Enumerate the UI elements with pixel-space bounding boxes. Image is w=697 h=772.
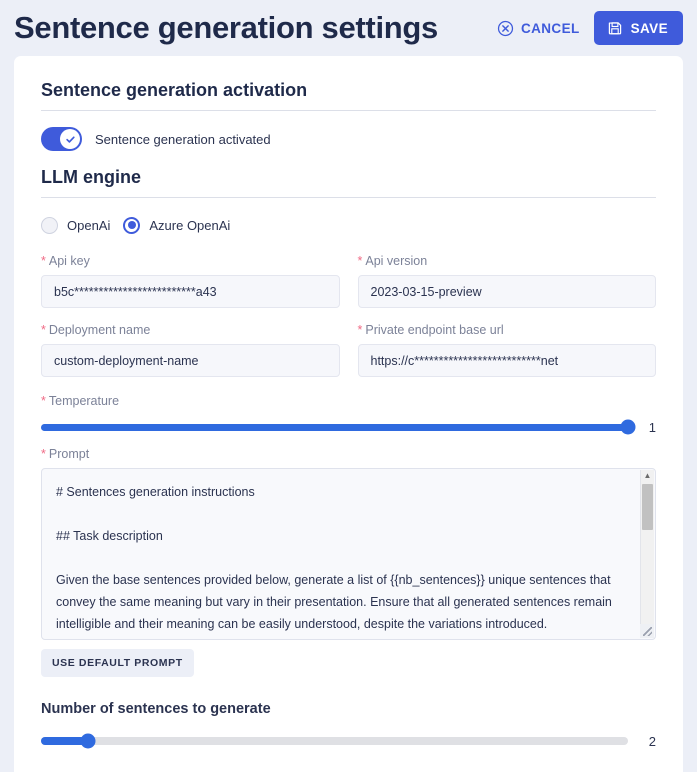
radio-option-azure-openai[interactable]: Azure OpenAi xyxy=(123,216,231,234)
use-default-prompt-button[interactable]: USE DEFAULT PROMPT xyxy=(41,649,194,677)
scrollbar-thumb[interactable] xyxy=(642,484,653,530)
cancel-button[interactable]: CANCEL xyxy=(493,14,584,43)
radio-circle-icon xyxy=(41,216,58,234)
deployment-name-input[interactable]: custom-deployment-name xyxy=(41,344,340,377)
field-api-version-label: * Api version xyxy=(357,254,428,268)
floppy-disk-icon xyxy=(607,20,623,36)
prompt-text: # Sentences generation instructions ## T… xyxy=(56,485,612,631)
engine-radio-group: OpenAi Azure OpenAi xyxy=(41,212,656,238)
divider xyxy=(41,110,656,111)
sentence-count-slider[interactable] xyxy=(41,733,628,749)
credentials-grid: * Api key b5c*************************a43… xyxy=(41,254,656,392)
required-asterisk: * xyxy=(41,394,46,408)
radio-circle-selected-icon xyxy=(123,216,141,234)
circle-x-icon xyxy=(497,20,514,37)
temperature-slider-fill xyxy=(41,423,628,431)
activation-toggle[interactable] xyxy=(41,127,82,151)
temperature-block: * Temperature 1 xyxy=(41,394,656,439)
required-asterisk: * xyxy=(357,254,363,268)
temperature-label: * Temperature xyxy=(41,394,120,408)
required-asterisk: * xyxy=(41,254,46,268)
prompt-label: * Prompt xyxy=(41,447,90,461)
sentence-count-slider-thumb[interactable] xyxy=(80,733,96,749)
field-api-version: * Api version 2023-03-15-preview xyxy=(357,254,656,308)
prompt-textarea[interactable]: # Sentences generation instructions ## T… xyxy=(41,468,656,640)
cancel-button-label: CANCEL xyxy=(520,20,580,36)
api-key-input[interactable]: b5c*************************a43 xyxy=(41,275,340,308)
settings-page: Sentence generation settings CANCEL SAVE xyxy=(0,0,697,772)
field-deployment-name: * Deployment name custom-deployment-name xyxy=(41,323,340,377)
sentence-count-label: Number of sentences to generate xyxy=(41,701,271,717)
temperature-slider-thumb[interactable] xyxy=(620,419,636,435)
page-header: Sentence generation settings CANCEL SAVE xyxy=(0,0,697,56)
field-endpoint-url-label: * Private endpoint base url xyxy=(357,323,504,337)
activation-toggle-row: Sentence generation activated xyxy=(41,125,656,153)
activation-section-title: Sentence generation activation xyxy=(41,80,308,100)
field-api-key: * Api key b5c*************************a43 xyxy=(41,254,340,308)
temperature-value: 1 xyxy=(648,419,656,435)
activation-toggle-label: Sentence generation activated xyxy=(95,131,271,147)
resize-handle-icon[interactable] xyxy=(640,624,654,638)
endpoint-url-input[interactable]: https://c**************************net xyxy=(357,344,656,377)
page-title: Sentence generation settings xyxy=(14,10,438,45)
field-api-key-label: * Api key xyxy=(41,254,90,268)
radio-option-openai-label: OpenAi xyxy=(67,217,111,233)
required-asterisk: * xyxy=(357,323,363,337)
sentence-count-slider-row: 2 xyxy=(41,729,656,753)
required-asterisk: * xyxy=(41,447,46,461)
divider xyxy=(41,197,656,198)
settings-card: Sentence generation activation Sentence … xyxy=(14,56,683,772)
temperature-slider[interactable] xyxy=(41,419,636,435)
engine-section-title: LLM engine xyxy=(41,167,141,187)
prompt-scrollbar[interactable]: ▲ ▼ xyxy=(640,470,654,638)
radio-option-azure-openai-label: Azure OpenAi xyxy=(149,217,231,233)
required-asterisk: * xyxy=(41,323,46,337)
sentence-count-value: 2 xyxy=(648,733,656,749)
prompt-block: * Prompt # Sentences generation instructi… xyxy=(41,447,656,677)
save-button[interactable]: SAVE xyxy=(593,11,683,45)
field-endpoint-url: * Private endpoint base url https://c****… xyxy=(357,323,656,377)
triangle-up-icon[interactable]: ▲ xyxy=(644,470,652,483)
api-version-input[interactable]: 2023-03-15-preview xyxy=(357,275,656,308)
field-deployment-name-label: * Deployment name xyxy=(41,323,151,337)
temperature-slider-row: 1 xyxy=(41,415,656,439)
toggle-knob xyxy=(60,129,80,149)
save-button-label: SAVE xyxy=(630,20,668,36)
check-icon xyxy=(65,135,75,143)
radio-option-openai[interactable]: OpenAi xyxy=(41,216,111,234)
